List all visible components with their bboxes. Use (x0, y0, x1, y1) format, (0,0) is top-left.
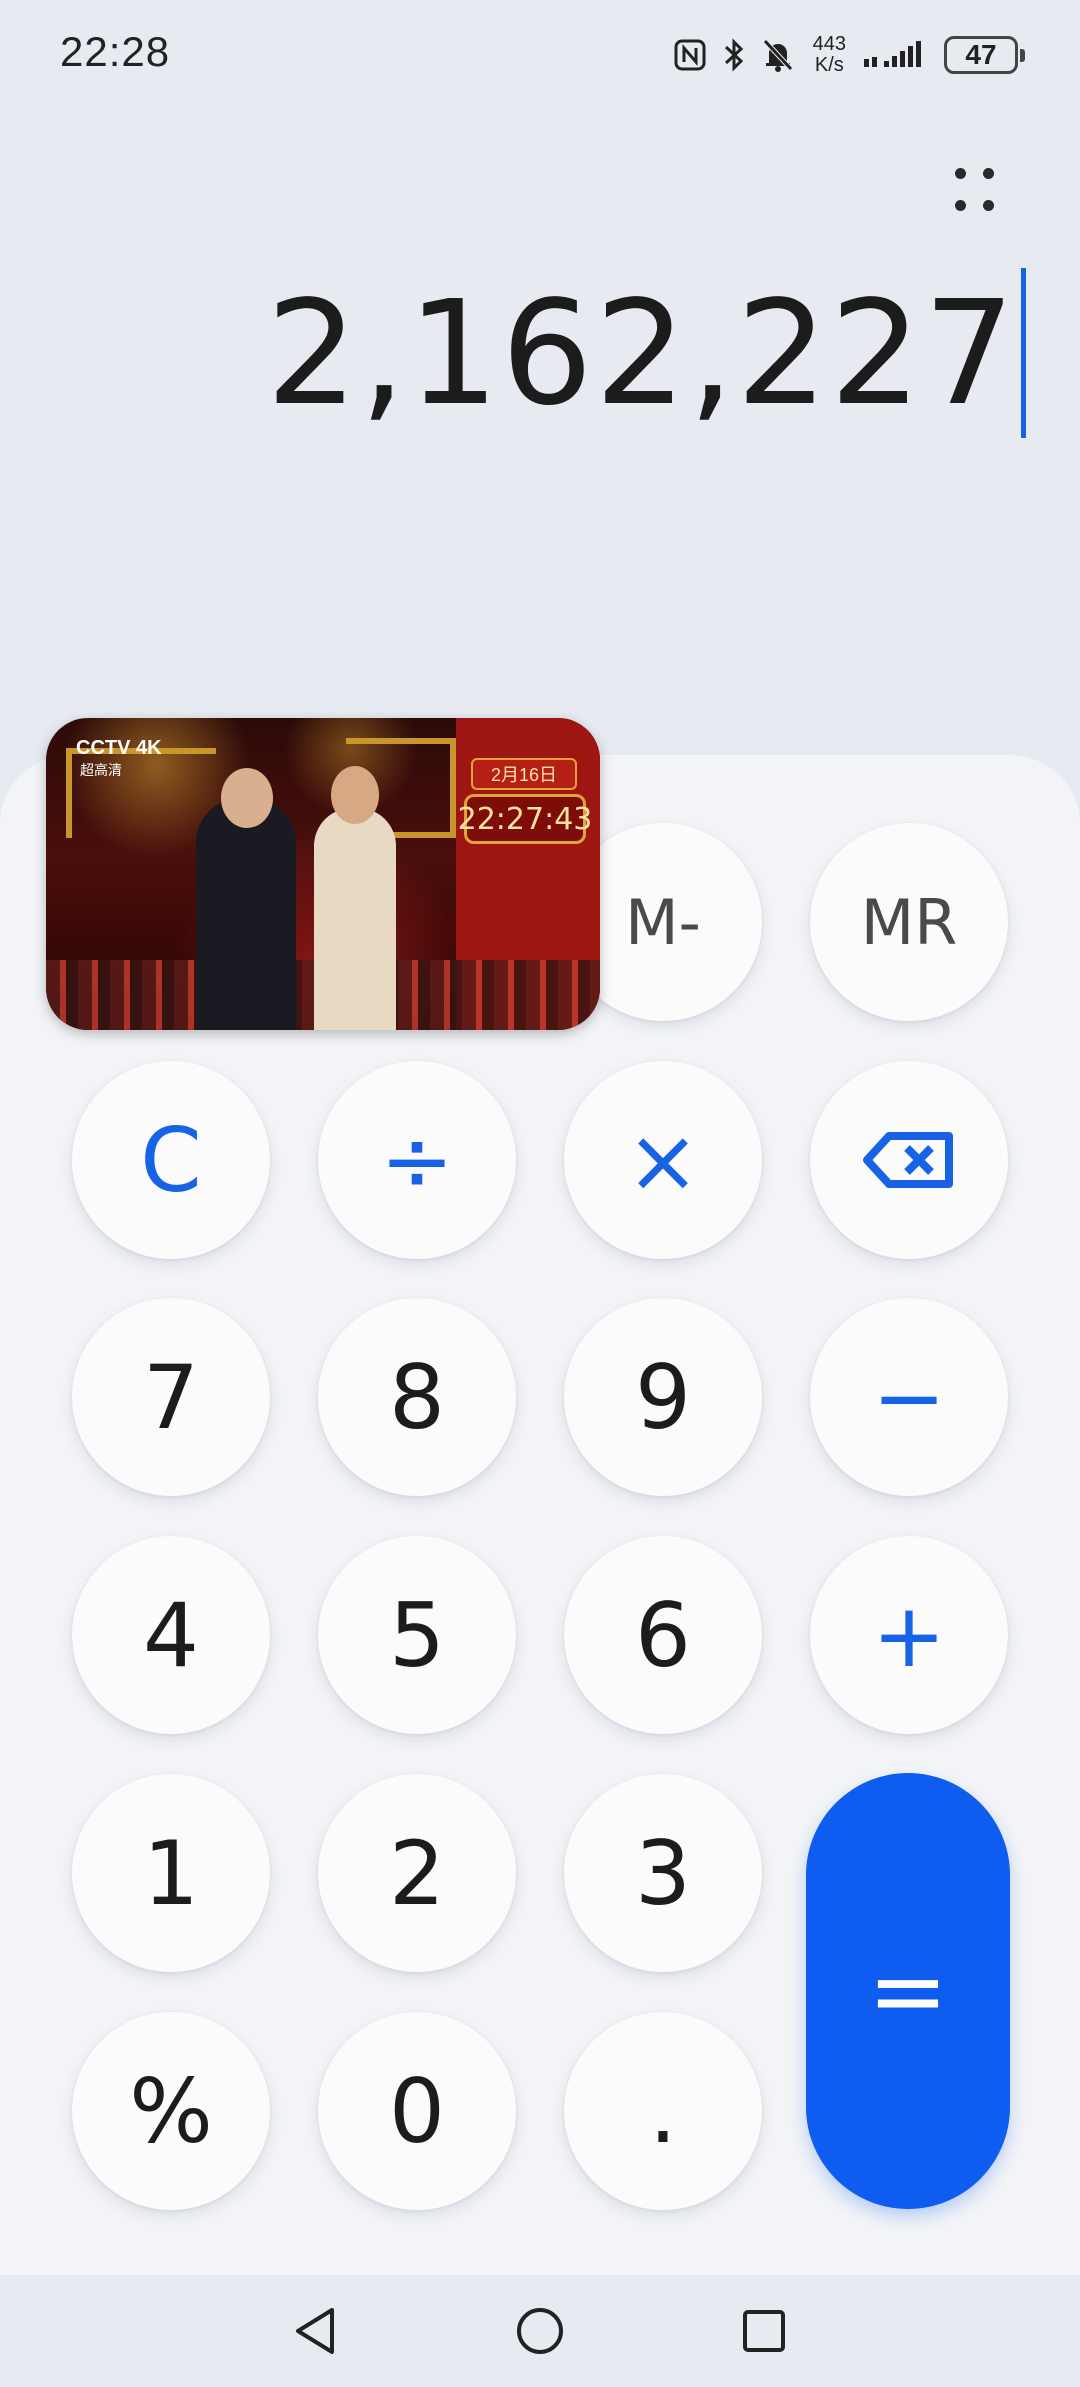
multiply-button[interactable]: × (564, 1061, 762, 1259)
net-speed-unit: K/s (814, 54, 844, 76)
bluetooth-icon (721, 37, 747, 73)
performer-left-head (221, 768, 273, 828)
more-dots-icon[interactable] (945, 160, 1005, 220)
equals-button[interactable]: = (806, 1773, 1010, 2209)
pip-video-window[interactable]: CCTV 4K 超高清 2月16日 22:27:43 (46, 718, 600, 1030)
digit-4-button[interactable]: 4 (72, 1536, 270, 1734)
digit-9-button[interactable]: 9 (564, 1298, 762, 1496)
channel-sub: 超高清 (80, 762, 122, 778)
channel-logo: CCTV 4K (76, 737, 162, 759)
digit-2-button[interactable]: 2 (318, 1774, 516, 1972)
minus-button[interactable]: − (810, 1298, 1008, 1496)
back-icon[interactable] (285, 2301, 345, 2361)
digit-0-button[interactable]: 0 (318, 2012, 516, 2210)
net-speed: 443 K/s (813, 34, 846, 76)
status-time: 22:28 (60, 28, 171, 75)
decimal-point-button[interactable]: . (564, 2012, 762, 2210)
digit-3-button[interactable]: 3 (564, 1774, 762, 1972)
nfc-icon (673, 38, 707, 72)
backspace-button[interactable] (810, 1061, 1008, 1259)
time-badge: 22:27:43 (458, 794, 592, 844)
digit-5-button[interactable]: 5 (318, 1536, 516, 1734)
result-display[interactable]: 2,162,227 (266, 268, 1026, 438)
navigation-bar (0, 2275, 1080, 2387)
performer-right (314, 808, 396, 1030)
signal-icon (864, 37, 930, 73)
performer-left (196, 798, 296, 1030)
digit-6-button[interactable]: 6 (564, 1536, 762, 1734)
date-badge: 2月16日 (471, 758, 577, 790)
status-icons: 443 K/s 47 (673, 30, 1025, 80)
bell-muted-icon (761, 37, 795, 73)
clear-button[interactable]: C (72, 1061, 270, 1259)
digit-1-button[interactable]: 1 (72, 1774, 270, 1972)
text-caret (1021, 268, 1026, 438)
display-value: 2,162,227 (266, 269, 1017, 437)
plus-button[interactable]: + (810, 1536, 1008, 1734)
recents-icon[interactable] (734, 2301, 794, 2361)
digit-8-button[interactable]: 8 (318, 1298, 516, 1496)
battery-icon: 47 (944, 36, 1025, 74)
status-bar: 22:28 443 K/s 47 (0, 0, 1080, 110)
battery-level: 47 (965, 39, 997, 70)
mr-button[interactable]: MR (810, 823, 1008, 1021)
backspace-icon (863, 1132, 953, 1188)
digit-7-button[interactable]: 7 (72, 1298, 270, 1496)
performer-right-head (331, 766, 379, 824)
divide-button[interactable]: ÷ (318, 1061, 516, 1259)
home-icon[interactable] (510, 2301, 570, 2361)
net-speed-value: 443 (812, 33, 846, 55)
percent-button[interactable]: % (72, 2012, 270, 2210)
